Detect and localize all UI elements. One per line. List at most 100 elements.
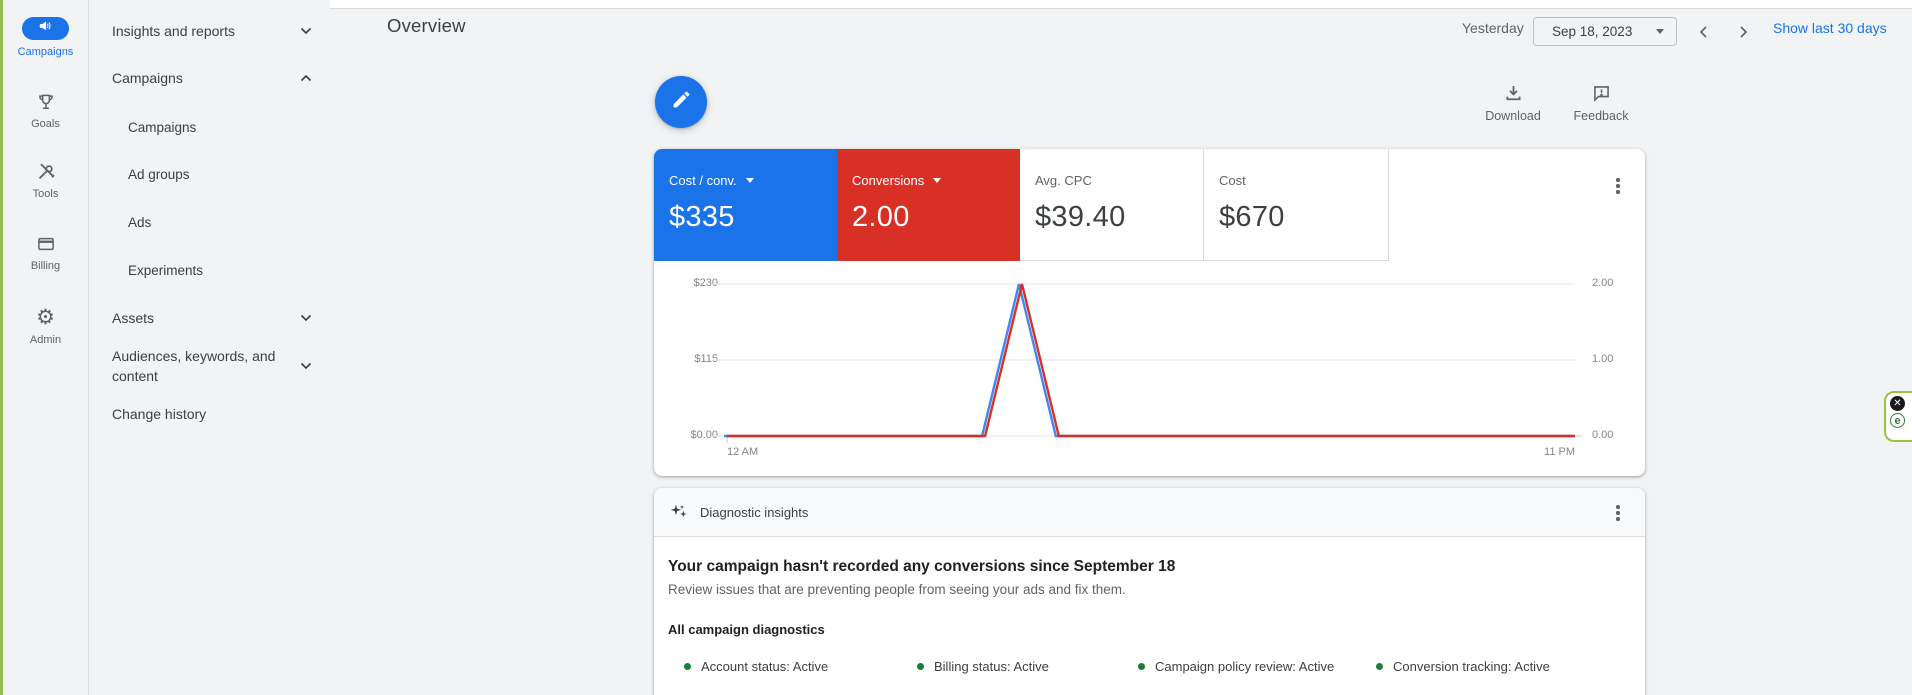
sidebar-item-admin[interactable]: ⚙ Admin <box>3 306 88 346</box>
status-dot-icon <box>1138 663 1145 670</box>
show-last-30-days-link[interactable]: Show last 30 days <box>1773 20 1887 36</box>
close-icon[interactable]: ✕ <box>1890 396 1905 411</box>
google-ads-overview-page: Campaigns Goals Tools Billing ⚙ Admin In… <box>0 0 1912 695</box>
sidebar-item-label: Tools <box>32 188 59 200</box>
nav-item-label: Experiments <box>128 262 204 278</box>
download-icon <box>1475 83 1551 104</box>
metric-label: Cost <box>1219 173 1246 188</box>
content-top-border <box>330 0 1912 9</box>
nav-item-change-history[interactable]: Change history <box>88 404 330 424</box>
status-billing: Billing status: Active <box>917 659 1049 674</box>
metric-label: Cost / conv. <box>669 173 737 188</box>
metric-tile-cost[interactable]: Cost $670 <box>1203 149 1389 261</box>
nav-item-label: Insights and reports <box>112 23 235 39</box>
metric-value: $39.40 <box>1035 201 1126 233</box>
sparkle-icon <box>668 502 689 528</box>
icon-rail: Campaigns Goals Tools Billing ⚙ Admin <box>3 0 88 695</box>
diagnostics-header: Diagnostic insights <box>654 488 1645 537</box>
metric-label: Avg. CPC <box>1035 173 1092 188</box>
sidebar-item-label: Goals <box>31 118 60 130</box>
previous-day-button[interactable] <box>1692 22 1716 46</box>
status-conversion-tracking: Conversion tracking: Active <box>1376 659 1550 674</box>
status-policy-review: Campaign policy review: Active <box>1138 659 1334 674</box>
sidebar-item-campaigns[interactable]: Campaigns <box>3 17 88 58</box>
chevron-left-icon <box>1697 25 1711 44</box>
diagnostics-title: Diagnostic insights <box>700 505 809 520</box>
sidebar-item-tools[interactable]: Tools <box>3 160 88 200</box>
nav-item-assets[interactable]: Assets <box>88 308 330 328</box>
status-dot-icon <box>684 663 691 670</box>
trophy-icon <box>3 92 88 112</box>
status-dot-icon <box>917 663 924 670</box>
status-text: Conversion tracking: Active <box>1393 659 1550 674</box>
chevron-right-icon <box>1736 25 1750 44</box>
performance-summary-card: Cost / conv. $335 Conversions 2.00 Avg. … <box>654 149 1645 476</box>
page-title: Overview <box>387 15 466 36</box>
feedback-button[interactable]: Feedback <box>1563 83 1639 123</box>
metric-tile-cost-per-conv[interactable]: Cost / conv. $335 <box>654 149 837 261</box>
tools-icon <box>3 160 88 182</box>
nav-item-label: Assets <box>112 310 155 326</box>
next-day-button[interactable] <box>1731 22 1755 46</box>
metric-value: $670 <box>1219 201 1285 233</box>
status-text: Campaign policy review: Active <box>1155 659 1335 674</box>
chevron-down-icon <box>300 314 312 322</box>
dropdown-caret-icon <box>745 178 754 183</box>
date-picker[interactable]: Sep 18, 2023 <box>1533 17 1677 46</box>
nav-item-audiences-keywords-content[interactable]: Audiences, keywords, and content <box>88 346 330 386</box>
edit-button[interactable] <box>655 76 707 128</box>
hourly-performance-chart <box>712 283 1582 443</box>
diagnostics-subtext: Review issues that are preventing people… <box>668 582 1126 597</box>
metric-value: $335 <box>669 201 735 233</box>
nav-item-insights-and-reports[interactable]: Insights and reports <box>88 21 330 41</box>
download-label: Download <box>1485 109 1541 123</box>
sidebar-item-label: Campaigns <box>17 46 74 58</box>
date-picker-value: Sep 18, 2023 <box>1552 24 1633 39</box>
dropdown-caret-icon <box>1656 29 1664 34</box>
nav-item-experiments[interactable]: Experiments <box>88 260 330 280</box>
nav-item-campaigns[interactable]: Campaigns <box>88 117 330 137</box>
sidebar-item-label: Admin <box>29 334 62 346</box>
metric-tile-conversions[interactable]: Conversions 2.00 <box>837 149 1020 261</box>
chevron-down-icon <box>300 362 312 370</box>
extension-logo-icon[interactable]: e <box>1890 413 1905 428</box>
nav-item-label: Change history <box>112 406 207 422</box>
sidebar-item-label: Billing <box>30 260 61 272</box>
secondary-nav: Insights and reports Campaigns Campaigns… <box>88 0 330 695</box>
gear-icon: ⚙ <box>36 305 55 329</box>
metric-value: 2.00 <box>852 201 910 233</box>
dropdown-caret-icon <box>933 178 942 183</box>
credit-card-icon <box>3 234 88 254</box>
feedback-icon <box>1563 83 1639 104</box>
chevron-up-icon <box>300 74 312 82</box>
campaigns-active-pill <box>22 17 69 40</box>
diagnostics-section-title: All campaign diagnostics <box>668 622 825 637</box>
nav-item-label: Campaigns <box>128 119 197 135</box>
metric-tile-avg-cpc[interactable]: Avg. CPC $39.40 <box>1020 149 1203 261</box>
megaphone-icon <box>38 19 53 39</box>
status-text: Account status: Active <box>701 659 829 674</box>
pencil-icon <box>671 89 692 115</box>
card-overflow-menu[interactable] <box>1606 501 1630 525</box>
nav-item-ad-groups[interactable]: Ad groups <box>88 164 330 184</box>
card-overflow-menu[interactable] <box>1606 174 1630 198</box>
metric-label: Conversions <box>852 173 925 188</box>
nav-item-ads[interactable]: Ads <box>88 212 330 232</box>
nav-item-label: Ads <box>128 214 152 230</box>
status-account: Account status: Active <box>684 659 828 674</box>
nav-item-label: Ad groups <box>128 166 190 182</box>
status-text: Billing status: Active <box>934 659 1049 674</box>
sidebar-item-billing[interactable]: Billing <box>3 234 88 272</box>
feedback-label: Feedback <box>1573 109 1629 123</box>
date-range-preset-label: Yesterday <box>1462 20 1524 36</box>
sidebar-item-goals[interactable]: Goals <box>3 92 88 130</box>
diagnostic-insights-card: Diagnostic insights Your campaign hasn't… <box>654 488 1645 695</box>
nav-item-label: Audiences, keywords, and content <box>112 348 276 384</box>
download-button[interactable]: Download <box>1475 83 1551 123</box>
status-dot-icon <box>1376 663 1383 670</box>
floating-extension-widget: ✕ e <box>1884 391 1912 442</box>
diagnostics-heading: Your campaign hasn't recorded any conver… <box>668 558 1176 575</box>
nav-item-label: Campaigns <box>112 70 183 86</box>
nav-item-campaigns-section[interactable]: Campaigns <box>88 68 330 88</box>
chevron-down-icon <box>300 27 312 35</box>
